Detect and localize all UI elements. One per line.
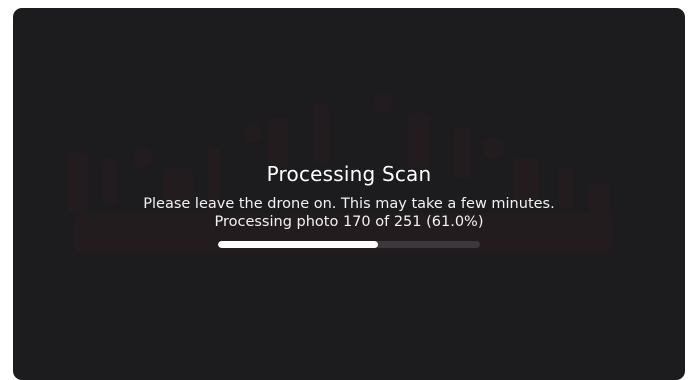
dialog-message: Please leave the drone on. This may take… (143, 196, 555, 212)
progress-bar-fill (218, 241, 378, 248)
processing-overlay: Processing Scan Please leave the drone o… (13, 8, 685, 380)
processing-dialog: Processing Scan Please leave the drone o… (13, 160, 685, 231)
dialog-title: Processing Scan (266, 162, 432, 186)
progress-status-text: Processing photo 170 of 251 (61.0%) (214, 214, 484, 230)
progress-bar (218, 241, 480, 248)
